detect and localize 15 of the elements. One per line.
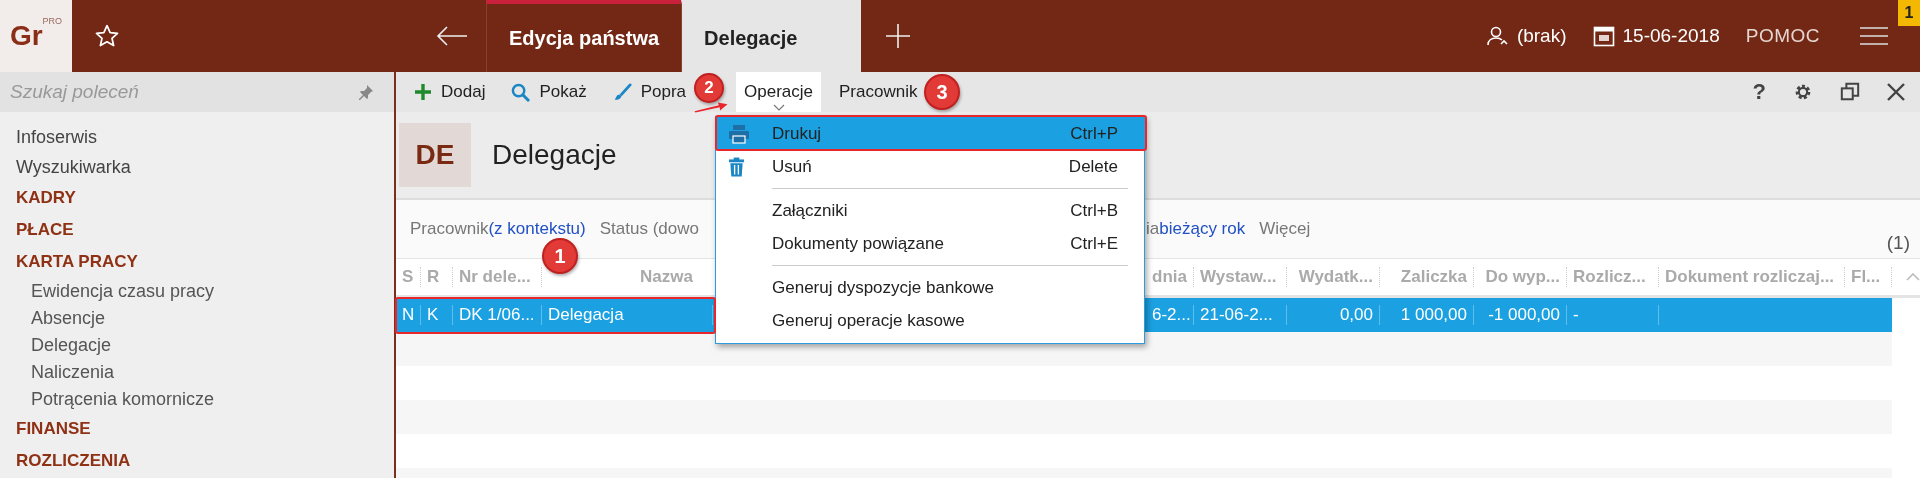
table-cell: K (421, 305, 453, 325)
table-cell: N (396, 305, 421, 325)
table-cell: Delegacja (542, 305, 713, 325)
page-title: Delegacje (492, 139, 617, 171)
table-cell: -1 000,00 (1474, 305, 1567, 325)
step-number: 1 (542, 238, 578, 274)
table-cell: 0,00 (1287, 305, 1380, 325)
module-badge: DE (399, 123, 471, 187)
table-cell: 21-06-2... (1194, 305, 1287, 325)
record-count: (1) (1886, 232, 1910, 254)
table-cell: 6-2... (1146, 305, 1194, 325)
table-cell: - (1567, 305, 1659, 325)
notification-badge: 1 (1898, 0, 1920, 26)
table-cell: DK 1/06... (453, 305, 542, 325)
table-cell: 1 000,00 (1380, 305, 1474, 325)
